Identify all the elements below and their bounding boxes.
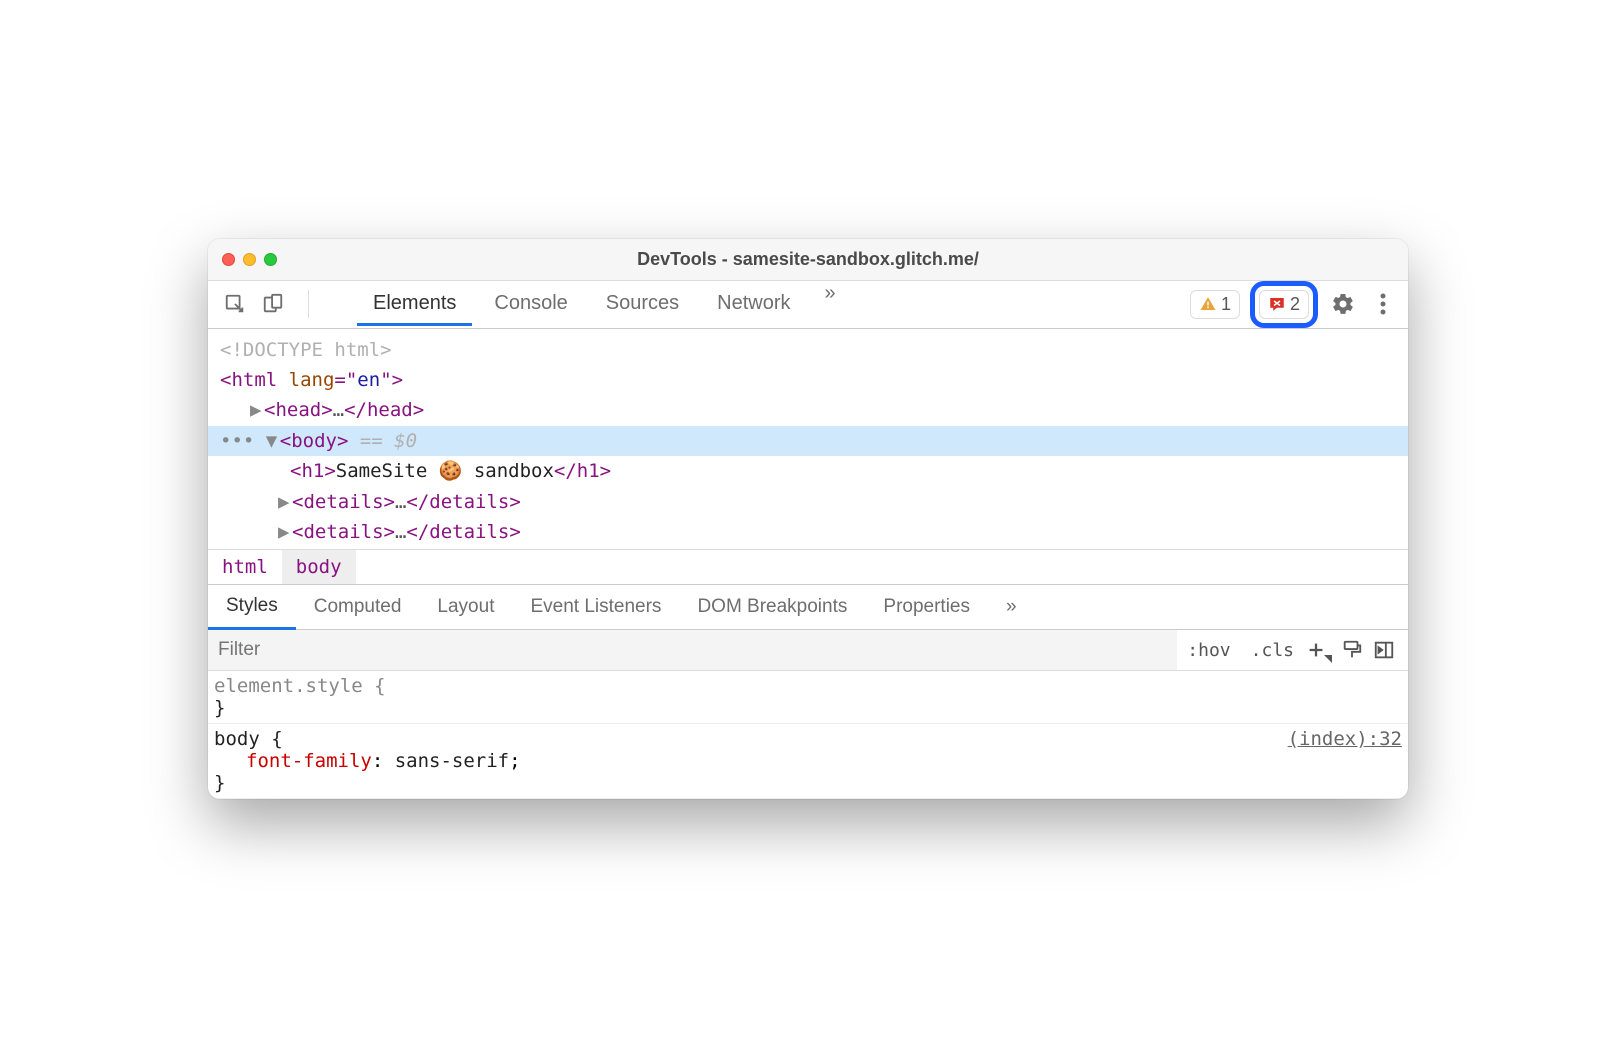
subtab-properties[interactable]: Properties	[865, 586, 988, 628]
subtab-dom-breakpoints[interactable]: DOM Breakpoints	[679, 586, 865, 628]
warnings-count-label: 1	[1221, 294, 1231, 315]
toolbar-divider	[308, 290, 309, 318]
dom-head[interactable]: ▶<head>…</head>	[220, 395, 1408, 425]
css-val[interactable]: sans-serif	[395, 750, 509, 772]
devtools-window: DevTools - samesite-sandbox.glitch.me/ E…	[208, 239, 1408, 800]
breadcrumb-body[interactable]: body	[282, 550, 356, 584]
body-rule[interactable]: body { (index):32 font-family: sans-seri…	[208, 724, 1408, 799]
window-title: DevTools - samesite-sandbox.glitch.me/	[208, 249, 1408, 270]
subtab-layout[interactable]: Layout	[419, 586, 512, 628]
element-style-selector: element.style {	[214, 675, 386, 697]
dom-tree[interactable]: <!DOCTYPE html> <html lang="en"> ▶<head>…	[208, 329, 1408, 550]
styles-body: element.style { } body { (index):32 font…	[208, 671, 1408, 799]
element-style-rule[interactable]: element.style { }	[208, 671, 1408, 724]
source-link[interactable]: (index):32	[1288, 728, 1402, 750]
maximize-window-button[interactable]	[264, 253, 277, 266]
dom-h1[interactable]: <h1>SameSite 🍪 sandbox</h1>	[220, 456, 1408, 486]
settings-button[interactable]	[1328, 289, 1358, 319]
issues-counter-highlight: 2	[1250, 281, 1318, 328]
dom-details-1[interactable]: ▶<details>…</details>	[220, 487, 1408, 517]
subtab-event-listeners[interactable]: Event Listeners	[512, 586, 679, 628]
dom-body-selected[interactable]: ••• ▼<body> == $0	[208, 426, 1408, 456]
breadcrumb: html body	[208, 549, 1408, 584]
device-toggle-icon[interactable]	[256, 287, 290, 321]
dom-doctype[interactable]: <!DOCTYPE html>	[220, 335, 1408, 365]
new-style-rule-button[interactable]	[1304, 634, 1336, 666]
styles-subtabs: Styles Computed Layout Event Listeners D…	[208, 584, 1408, 630]
subtab-styles[interactable]: Styles	[208, 585, 296, 630]
close-window-button[interactable]	[222, 253, 235, 266]
styles-filter-input[interactable]	[208, 630, 1177, 670]
inspect-element-icon[interactable]	[218, 287, 252, 321]
css-prop[interactable]: font-family	[246, 750, 372, 772]
hov-toggle[interactable]: :hov	[1177, 634, 1240, 667]
toolbar-right: 1 2	[1190, 281, 1398, 328]
toggle-sidebar-icon[interactable]	[1368, 634, 1400, 666]
tab-elements[interactable]: Elements	[357, 282, 472, 326]
tab-network[interactable]: Network	[701, 282, 806, 326]
styles-toolbar: :hov .cls	[208, 630, 1408, 671]
more-options-button[interactable]	[1368, 289, 1398, 319]
window-titlebar: DevTools - samesite-sandbox.glitch.me/	[208, 239, 1408, 281]
traffic-lights	[208, 253, 277, 266]
paint-icon[interactable]	[1336, 634, 1368, 666]
tab-sources[interactable]: Sources	[590, 282, 695, 326]
warnings-counter[interactable]: 1	[1190, 290, 1240, 319]
subtab-computed[interactable]: Computed	[296, 586, 420, 628]
more-tabs-button[interactable]: »	[813, 282, 848, 326]
breadcrumb-html[interactable]: html	[208, 550, 282, 584]
cls-toggle[interactable]: .cls	[1241, 634, 1304, 667]
main-toolbar: Elements Console Sources Network » 1 2	[208, 281, 1408, 329]
dom-details-2[interactable]: ▶<details>…</details>	[220, 517, 1408, 547]
dom-html-open[interactable]: <html lang="en">	[220, 365, 1408, 395]
issues-count-label: 2	[1290, 294, 1300, 315]
panel-tabs: Elements Console Sources Network »	[357, 282, 848, 326]
more-subtabs-button[interactable]: »	[988, 586, 1035, 628]
issues-counter[interactable]: 2	[1259, 290, 1309, 319]
rule-selector: body {	[214, 728, 283, 750]
tab-console[interactable]: Console	[478, 282, 583, 326]
minimize-window-button[interactable]	[243, 253, 256, 266]
